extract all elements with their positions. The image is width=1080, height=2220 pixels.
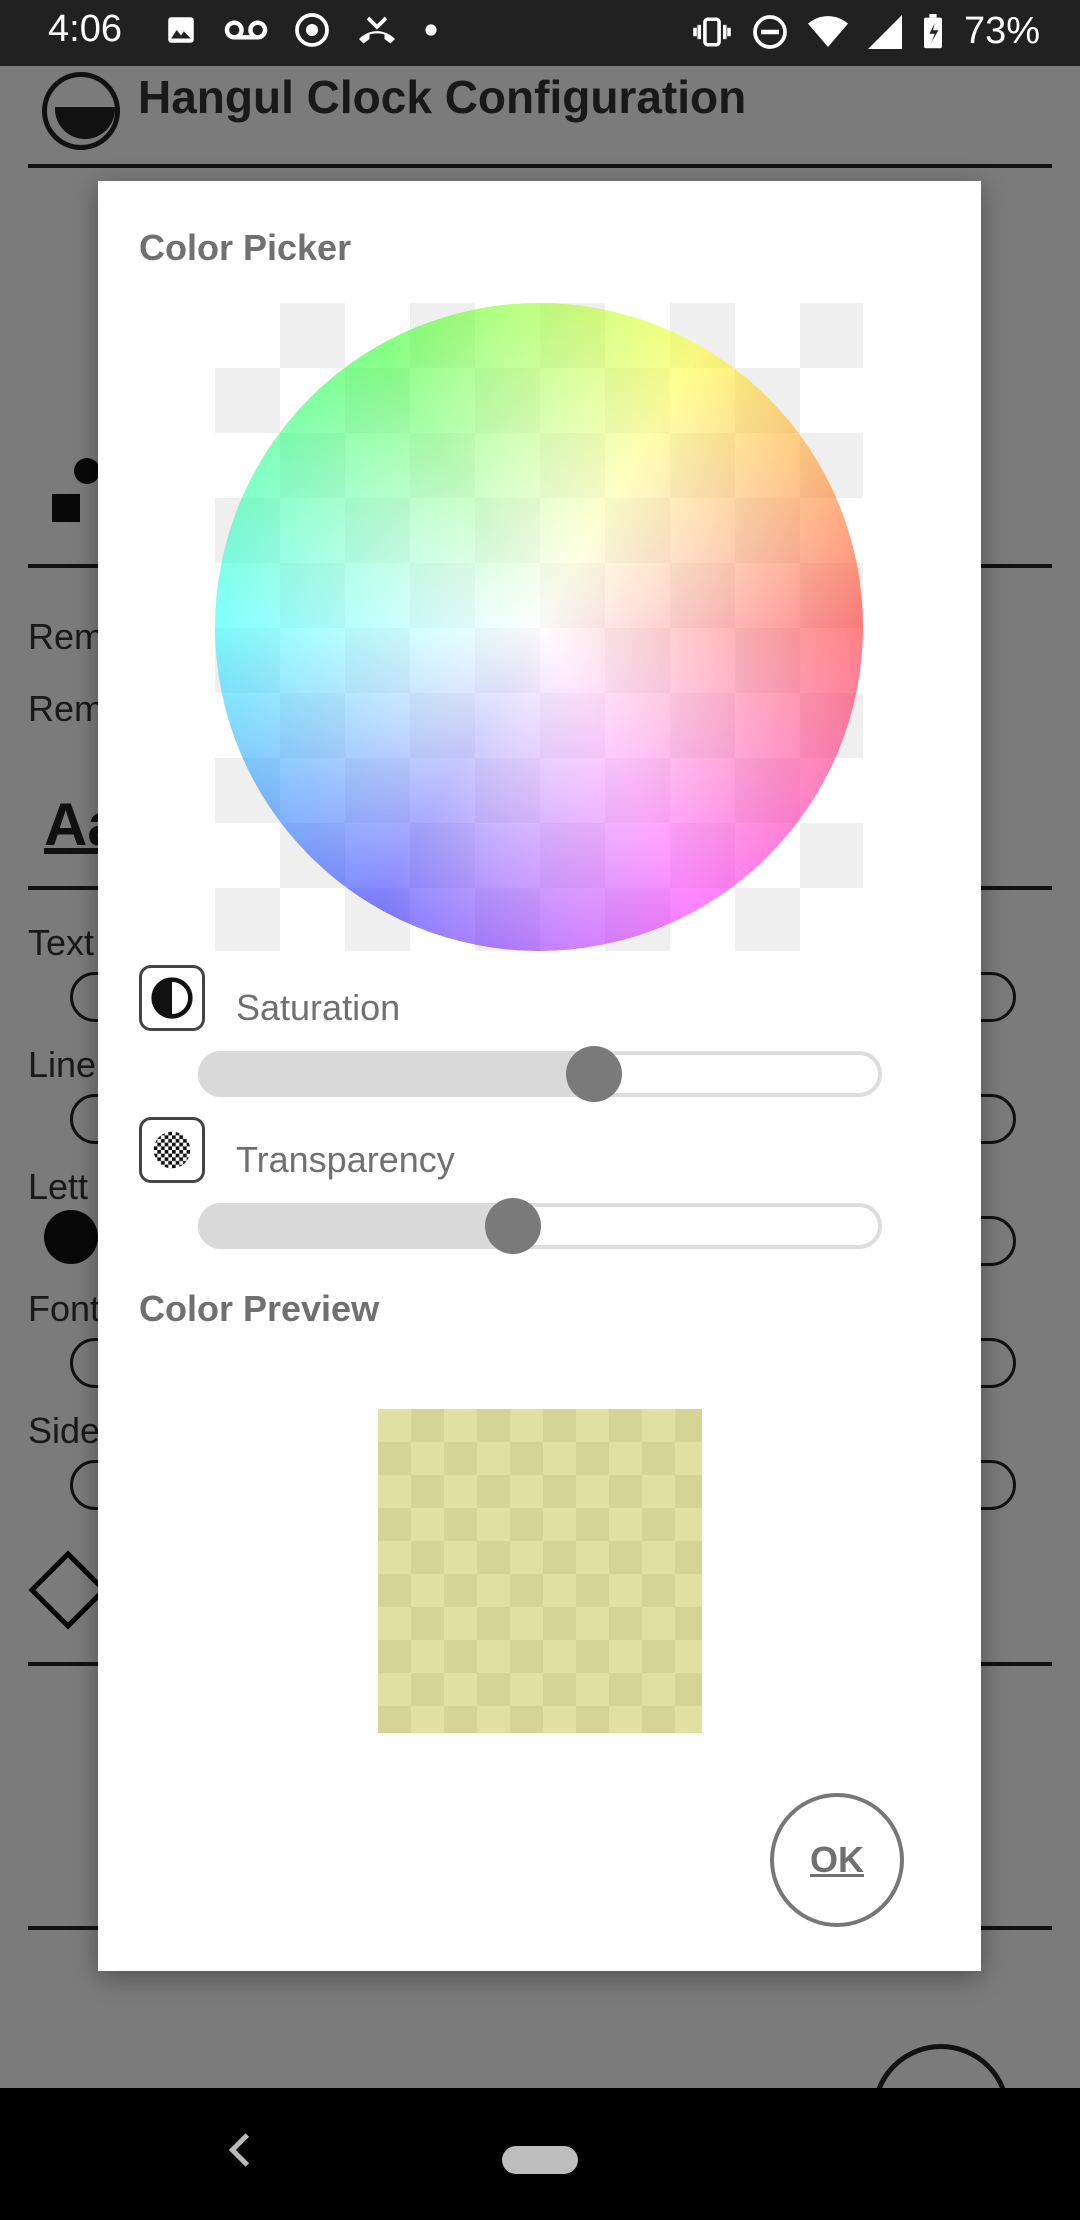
transparency-icon <box>139 1117 205 1183</box>
missed-call-icon <box>359 16 395 44</box>
home-button[interactable] <box>502 2146 578 2174</box>
saturation-slider-thumb[interactable] <box>566 1046 623 1102</box>
voicemail-icon <box>224 20 268 40</box>
navigation-bar <box>0 2088 1080 2220</box>
vibrate-icon <box>693 16 731 47</box>
status-bar: 4:06 73% <box>0 0 1080 66</box>
system-icons: 73% <box>692 10 1040 53</box>
dot-icon <box>425 24 437 36</box>
wifi-icon <box>807 15 848 47</box>
color-picker-dialog: Color Picker Saturation Transparency Col… <box>98 181 981 1971</box>
chrome-icon <box>295 13 329 47</box>
dialog-title: Color Picker <box>139 227 352 268</box>
transparency-label: Transparency <box>236 1139 455 1180</box>
battery-percent: 73% <box>963 10 1040 52</box>
image-icon <box>168 17 194 43</box>
color-wheel-area[interactable] <box>215 303 863 951</box>
battery-icon <box>923 13 942 48</box>
dnd-icon <box>753 14 787 49</box>
notification-icons <box>164 12 438 48</box>
color-preview <box>378 1409 702 1733</box>
color-wheel[interactable] <box>215 303 863 951</box>
transparency-slider-fill <box>198 1203 513 1249</box>
transparency-slider[interactable] <box>198 1198 882 1254</box>
status-time: 4:06 <box>48 8 122 50</box>
transparency-slider-thumb[interactable] <box>484 1198 541 1254</box>
back-button[interactable] <box>224 2130 254 2181</box>
saturation-slider[interactable] <box>198 1046 882 1102</box>
ok-button[interactable]: OK <box>770 1793 904 1927</box>
saturation-label: Saturation <box>236 987 401 1028</box>
signal-icon <box>867 14 902 49</box>
saturation-slider-fill <box>198 1051 595 1097</box>
preview-title: Color Preview <box>139 1288 380 1329</box>
saturation-icon <box>139 965 205 1031</box>
